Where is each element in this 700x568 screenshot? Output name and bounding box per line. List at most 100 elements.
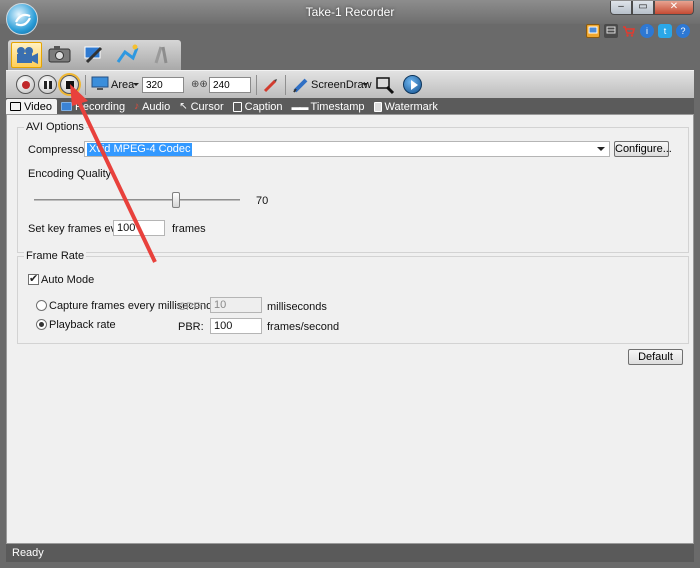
cpf-input[interactable] — [210, 297, 262, 313]
area-monitor-icon[interactable] — [91, 76, 109, 95]
mode-tabs — [8, 40, 181, 70]
playback-rate-label[interactable]: Playback rate — [49, 319, 116, 331]
playback-rate-radio[interactable] — [36, 319, 47, 330]
tab-recording[interactable]: Recording — [57, 99, 130, 114]
capture-frames-radio[interactable] — [36, 300, 47, 311]
timestamp-tab-icon: ▬▬ — [291, 101, 309, 112]
window-controls: – ▭ ✕ — [610, 1, 694, 15]
tab-watermark-label: Watermark — [384, 100, 438, 113]
tab-caption[interactable]: Caption — [229, 99, 288, 114]
settings-tools-icon[interactable] — [147, 42, 178, 68]
stop-icon — [66, 81, 74, 89]
tab-watermark[interactable]: Watermark — [370, 99, 443, 114]
screendraw-dropdown-icon[interactable] — [362, 83, 368, 86]
fps-label: frames/second — [267, 321, 340, 333]
encoding-quality-label: Encoding Quality — [28, 168, 112, 180]
window-title: Take-1 Recorder — [305, 5, 395, 19]
status-text: Ready — [12, 547, 44, 559]
video-settings-panel: AVI Options Compressor: Xvid MPEG-4 Code… — [6, 114, 694, 544]
caption-tab-icon — [232, 101, 242, 112]
tab-video[interactable]: Video — [6, 99, 57, 114]
avi-options-legend: AVI Options — [24, 121, 86, 133]
toolbar-separator — [85, 75, 86, 95]
area-label: Area — [111, 79, 135, 91]
app-logo-glyph — [15, 13, 31, 27]
app-window: Take-1 Recorder – ▭ ✕ i t ? Area 320 ⊕⊕ … — [0, 0, 700, 568]
magic-icon[interactable] — [113, 42, 144, 68]
audio-tab-icon: ♪ — [134, 101, 140, 112]
tab-audio[interactable]: ♪ Audio — [130, 99, 175, 114]
pbr-label: PBR: — [178, 321, 204, 333]
radio-selected-dot — [39, 322, 44, 327]
status-bar: Ready — [6, 544, 694, 562]
resize-icon: ⊕⊕ — [191, 79, 208, 90]
recording-tab-icon — [60, 102, 72, 111]
auto-mode-checkbox[interactable]: ✔ — [28, 273, 39, 285]
auto-mode-label[interactable]: Auto Mode — [41, 274, 94, 286]
record-icon — [22, 81, 30, 89]
record-button[interactable] — [16, 75, 35, 94]
settings-tabs: Video Recording ♪ Audio ↖ Cursor Caption… — [6, 98, 694, 114]
display-icon[interactable] — [586, 24, 600, 38]
chevron-down-icon — [597, 147, 605, 151]
pen-tool-icon[interactable] — [262, 76, 280, 97]
default-button[interactable]: Default — [628, 349, 683, 365]
info-icon[interactable]: i — [640, 24, 654, 38]
configure-button[interactable]: Configure... — [614, 141, 672, 157]
title-bar[interactable]: Take-1 Recorder – ▭ ✕ — [0, 0, 700, 24]
close-button[interactable]: ✕ — [654, 1, 694, 15]
pause-button[interactable] — [38, 75, 57, 94]
twitter-icon[interactable]: t — [658, 24, 672, 38]
app-logo-icon[interactable] — [6, 3, 38, 35]
checkmark-icon: ✔ — [29, 273, 39, 285]
tab-cursor-label: Cursor — [190, 100, 224, 113]
tab-recording-label: Recording — [74, 100, 126, 113]
video-tab-icon — [10, 102, 21, 111]
watermark-tab-icon — [373, 101, 382, 112]
tab-timestamp[interactable]: ▬▬ Timestamp — [288, 99, 370, 114]
quality-slider-track[interactable] — [34, 199, 240, 201]
compressor-value: Xvid MPEG-4 Codec — [87, 143, 193, 156]
area-dropdown-icon[interactable] — [133, 83, 139, 86]
tab-caption-label: Caption — [244, 100, 283, 113]
cpf-label: CPF: — [178, 301, 204, 313]
toolbar: Area ⊕⊕ ScreenDraw — [6, 70, 694, 98]
film-icon[interactable] — [604, 24, 618, 38]
frame-rate-legend: Frame Rate — [24, 250, 87, 262]
height-input[interactable] — [209, 77, 251, 93]
screendraw-pen-icon[interactable] — [292, 76, 310, 97]
tab-audio-label: Audio — [142, 100, 171, 113]
monitor-glyph — [91, 76, 109, 90]
stop-button[interactable] — [60, 75, 79, 94]
width-input[interactable] — [142, 77, 184, 93]
keyframe-input[interactable] — [113, 220, 165, 236]
zoom-icon[interactable] — [375, 75, 395, 98]
play-button[interactable] — [403, 75, 422, 94]
cart-icon[interactable] — [622, 24, 636, 38]
header-icons: i t ? — [586, 24, 690, 38]
toolbar-separator — [256, 75, 257, 95]
edit-tools-glyph — [84, 46, 103, 64]
quality-value: 70 — [256, 195, 269, 207]
quality-slider-thumb[interactable] — [172, 192, 181, 208]
photo-camera-icon[interactable] — [45, 42, 76, 68]
minimize-button[interactable]: – — [610, 1, 632, 15]
edit-tools-icon[interactable] — [79, 42, 110, 68]
pbr-input[interactable] — [210, 318, 262, 334]
compressor-select[interactable]: Xvid MPEG-4 Codec — [84, 141, 610, 157]
settings-tools-glyph — [154, 46, 168, 64]
zoom-glyph — [376, 77, 395, 95]
cart-glyph — [623, 26, 636, 37]
cursor-tab-icon: ↖ — [179, 101, 188, 112]
maximize-button[interactable]: ▭ — [632, 1, 654, 15]
compressor-label: Compressor: — [28, 144, 91, 156]
help-icon[interactable]: ? — [676, 24, 690, 38]
photo-camera-glyph — [48, 46, 71, 63]
milliseconds-label: milliseconds — [267, 301, 327, 313]
video-camera-glyph — [17, 47, 38, 64]
video-camera-icon[interactable] — [11, 42, 42, 68]
tab-cursor[interactable]: ↖ Cursor — [175, 99, 228, 114]
magic-glyph — [116, 44, 139, 63]
play-icon — [411, 80, 418, 90]
keyframe-unit: frames — [172, 223, 206, 235]
